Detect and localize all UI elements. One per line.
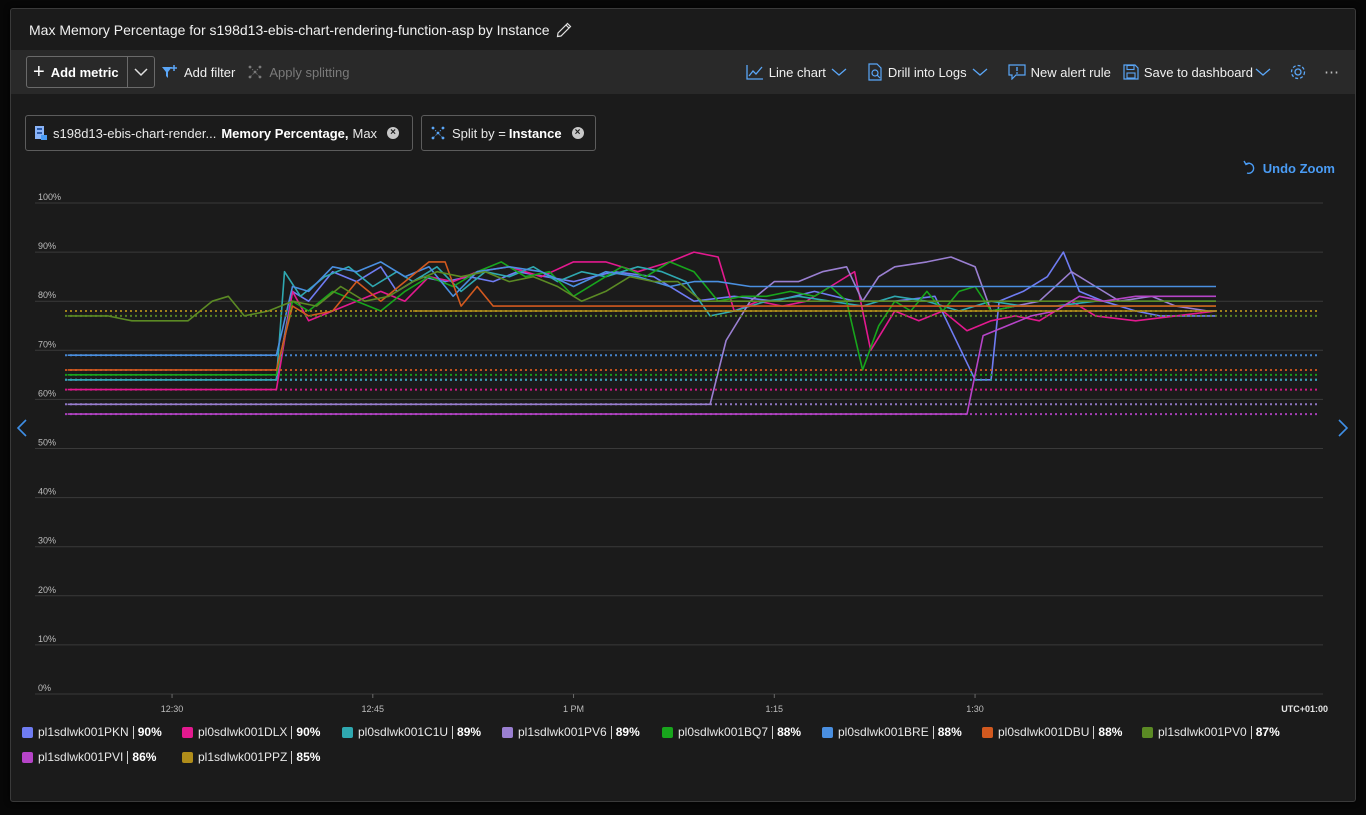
legend-item[interactable]: pl1sdlwk001PV6 89%	[502, 724, 662, 740]
legend-separator	[132, 725, 134, 739]
x-tick-label: 1 PM	[563, 704, 584, 714]
legend-swatch	[182, 726, 193, 738]
legend-series-name: pl1sdlwk001PPZ	[198, 750, 288, 764]
y-tick-label: 20%	[38, 585, 56, 595]
legend-swatch	[22, 751, 33, 763]
x-tick-label: 12:45	[362, 704, 385, 714]
timezone-label: UTC+01:00	[1281, 704, 1328, 714]
legend-series-name: pl0sdlwk001C1U	[358, 725, 449, 739]
legend-separator	[772, 725, 774, 739]
legend-item[interactable]: pl0sdlwk001BRE 88%	[822, 724, 982, 740]
legend-separator	[932, 725, 934, 739]
legend-separator	[1093, 725, 1095, 739]
legend-item[interactable]: pl0sdlwk001C1U 89%	[342, 724, 502, 740]
legend-series-name: pl0sdlwk001BQ7	[678, 725, 769, 739]
legend-swatch	[182, 751, 193, 763]
legend-series-value: 89%	[615, 725, 640, 739]
legend-item[interactable]: pl1sdlwk001PV0 87%	[1142, 724, 1302, 740]
legend-swatch	[822, 726, 833, 738]
legend-series-name: pl1sdlwk001PKN	[38, 725, 129, 739]
legend-swatch	[342, 726, 353, 738]
legend-series-value: 88%	[777, 725, 802, 739]
x-tick-label: 1:15	[766, 704, 784, 714]
line-chart[interactable]: 100% 90% 80% 70% 60% 50% 40% 30% 20% 10% 0% 12:30 12…	[0, 0, 1366, 722]
legend-item[interactable]: pl1sdlwk001PKN 90%	[22, 724, 182, 740]
y-tick-label: 100%	[38, 192, 61, 202]
legend-swatch	[1142, 726, 1153, 738]
legend-swatch	[662, 726, 673, 738]
legend-item[interactable]: pl1sdlwk001PVI 86%	[22, 749, 182, 765]
legend-swatch	[502, 726, 513, 738]
series-line	[67, 265, 1216, 381]
legend-item[interactable]: pl0sdlwk001DBU 88%	[982, 724, 1142, 740]
legend-separator	[610, 725, 612, 739]
legend-series-name: pl1sdlwk001PV0	[1158, 725, 1247, 739]
legend-separator	[1250, 725, 1252, 739]
legend-series-value: 87%	[1255, 725, 1280, 739]
legend-separator	[291, 725, 293, 739]
x-tick-label: 1:30	[966, 704, 984, 714]
y-tick-label: 0%	[38, 683, 51, 693]
chart-legend: pl1sdlwk001PKN 90% pl0sdlwk001DLX 90% pl0sdl…	[22, 724, 1322, 765]
legend-series-name: pl0sdlwk001BRE	[838, 725, 929, 739]
legend-separator	[127, 750, 129, 764]
legend-swatch	[982, 726, 993, 738]
y-tick-label: 40%	[38, 487, 56, 497]
legend-series-value: 88%	[937, 725, 962, 739]
legend-item[interactable]: pl0sdlwk001BQ7 88%	[662, 724, 822, 740]
legend-series-name: pl0sdlwk001DLX	[198, 725, 288, 739]
x-tick-label: 12:30	[161, 704, 184, 714]
legend-separator	[291, 750, 293, 764]
y-tick-label: 50%	[38, 438, 56, 448]
legend-series-value: 88%	[1098, 725, 1123, 739]
y-tick-label: 70%	[38, 339, 56, 349]
y-tick-label: 80%	[38, 290, 56, 300]
legend-series-name: pl0sdlwk001DBU	[998, 725, 1090, 739]
legend-series-name: pl1sdlwk001PVI	[38, 750, 124, 764]
legend-series-value: 86%	[132, 750, 157, 764]
legend-swatch	[22, 726, 33, 738]
legend-series-name: pl1sdlwk001PV6	[518, 725, 607, 739]
legend-series-value: 85%	[296, 750, 321, 764]
y-tick-label: 90%	[38, 241, 56, 251]
y-tick-label: 30%	[38, 536, 56, 546]
legend-series-value: 90%	[296, 725, 321, 739]
legend-separator	[452, 725, 454, 739]
legend-series-value: 89%	[457, 725, 482, 739]
legend-series-value: 90%	[137, 725, 162, 739]
legend-item[interactable]: pl1sdlwk001PPZ 85%	[182, 749, 342, 765]
y-tick-label: 60%	[38, 388, 56, 398]
legend-item[interactable]: pl0sdlwk001DLX 90%	[182, 724, 342, 740]
y-tick-label: 10%	[38, 634, 56, 644]
